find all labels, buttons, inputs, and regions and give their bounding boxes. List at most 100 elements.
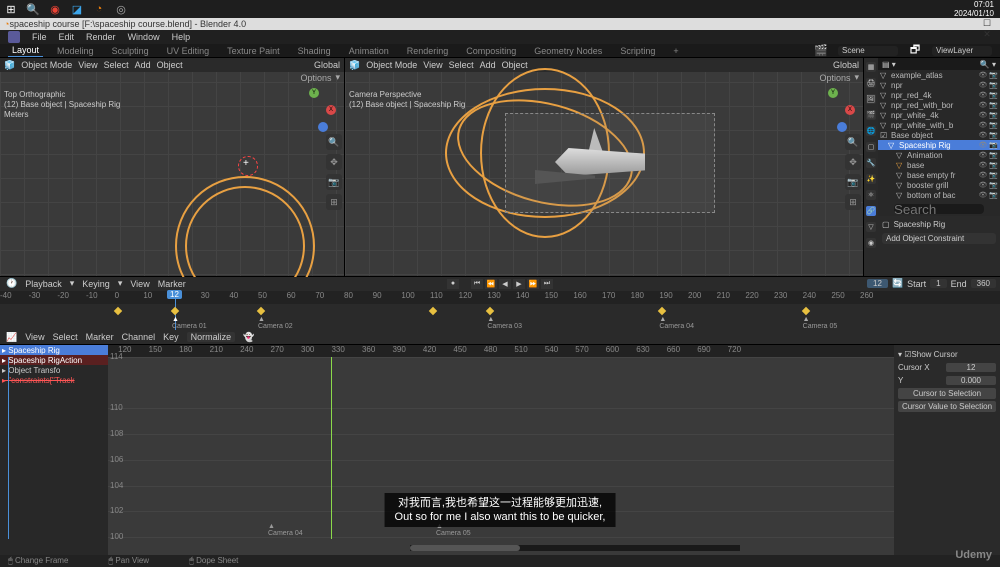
menu-view[interactable]: View: [423, 60, 442, 70]
jump-end-button[interactable]: ⏭: [541, 279, 553, 289]
graph-channel[interactable]: ▸ Spaceship Rig: [0, 345, 108, 355]
outliner-search[interactable]: [894, 204, 984, 214]
move-icon[interactable]: ✥: [845, 154, 861, 170]
chrome-icon[interactable]: ◉: [48, 2, 62, 16]
prop-particle-icon[interactable]: ✨: [866, 174, 876, 184]
nav-gizmo[interactable]: X Y: [292, 88, 336, 132]
view-menu[interactable]: View: [130, 279, 149, 289]
prop-physics-icon[interactable]: ⚛: [866, 190, 876, 200]
outliner-row[interactable]: ▽npr_red_with_bor👁 📷: [878, 100, 1000, 110]
outliner-row[interactable]: ☑📁Base object👁 📷: [878, 130, 1000, 140]
outliner-filter-bar[interactable]: ▤ ▾ 🔍 ▾: [878, 58, 1000, 70]
graph-channel[interactable]: ▸ Spaceship RigAction: [0, 355, 108, 365]
menu-object[interactable]: Object: [157, 60, 183, 70]
zoom-icon[interactable]: 🔍: [845, 134, 861, 150]
normalize-button[interactable]: Normalize: [187, 332, 236, 342]
axis-x-icon[interactable]: X: [326, 105, 336, 115]
keyframe[interactable]: [486, 307, 494, 315]
prop-world-icon[interactable]: 🌐: [866, 126, 876, 136]
editor-clock-icon[interactable]: 🕐: [6, 278, 17, 289]
viewlayer-field[interactable]: [932, 46, 992, 56]
orient-dropdown[interactable]: Global: [833, 60, 859, 70]
tab-sculpting[interactable]: Sculpting: [108, 45, 153, 57]
play-button[interactable]: ▶: [513, 279, 525, 289]
keyframe[interactable]: [658, 307, 666, 315]
cursor-to-selection-button[interactable]: Cursor to Selection: [898, 388, 996, 399]
tab-animation[interactable]: Animation: [345, 45, 393, 57]
perspective-icon[interactable]: ⊞: [326, 194, 342, 210]
vp-left-options[interactable]: Options ▾: [300, 72, 340, 83]
prop-object-icon[interactable]: ▢: [866, 142, 876, 152]
start-icon[interactable]: ⊞: [4, 2, 18, 16]
keying-menu[interactable]: Keying: [82, 279, 110, 289]
prop-scene-icon[interactable]: 🎬: [866, 110, 876, 120]
camera-icon[interactable]: 📷: [326, 174, 342, 190]
graph-playhead[interactable]: [8, 357, 9, 539]
g-menu-view[interactable]: View: [25, 332, 44, 342]
outliner-row[interactable]: ▽bottom of bac👁 📷: [878, 190, 1000, 200]
tab-rendering[interactable]: Rendering: [403, 45, 453, 57]
graph-channel[interactable]: ▸ "constraints["Track: [0, 375, 108, 385]
blender-icon[interactable]: ◔: [92, 2, 106, 16]
keyframe[interactable]: [113, 307, 121, 315]
prop-modifier-icon[interactable]: 🔧: [866, 158, 876, 168]
blender-icon[interactable]: [8, 31, 20, 43]
outliner-row[interactable]: ▽npr_white_with_b👁 📷: [878, 120, 1000, 130]
g-menu-marker[interactable]: Marker: [86, 332, 114, 342]
scene-icon[interactable]: 🎬: [814, 44, 828, 58]
tab-geonodes[interactable]: Geometry Nodes: [530, 45, 606, 57]
tab-layout[interactable]: Layout: [8, 44, 43, 57]
tab-compositing[interactable]: Compositing: [462, 45, 520, 57]
tab-texture[interactable]: Texture Paint: [223, 45, 284, 57]
menu-render[interactable]: Render: [86, 32, 116, 42]
camera-icon[interactable]: 📷: [845, 174, 861, 190]
viewport-right[interactable]: 🧊 Object Mode View Select Add Object Glo…: [345, 58, 864, 276]
menu-file[interactable]: File: [32, 32, 47, 42]
menu-window[interactable]: Window: [128, 32, 160, 42]
show-cursor-header[interactable]: ▾ ☑ Show Cursor: [898, 349, 996, 360]
timeline-marker[interactable]: Camera 01: [172, 316, 207, 330]
editor-graph-icon[interactable]: 📈: [6, 332, 17, 343]
nav-gizmo[interactable]: X Y: [811, 88, 855, 132]
cursor-x-field[interactable]: 12: [946, 363, 996, 372]
zoom-icon[interactable]: 🔍: [326, 134, 342, 150]
tab-shading[interactable]: Shading: [294, 45, 335, 57]
graph-cursor[interactable]: [331, 357, 332, 539]
viewport-left[interactable]: 🧊 Object Mode View Select Add Object Glo…: [0, 58, 345, 276]
timeline-marker[interactable]: Camera 04: [659, 316, 694, 330]
play-reverse-button[interactable]: ◀: [499, 279, 511, 289]
tab-uv[interactable]: UV Editing: [163, 45, 214, 57]
menu-add[interactable]: Add: [135, 60, 151, 70]
menu-help[interactable]: Help: [172, 32, 191, 42]
prop-render-icon[interactable]: ▦: [866, 62, 876, 72]
ghost-icon[interactable]: 👻: [243, 332, 254, 343]
prop-material-icon[interactable]: ◉: [866, 238, 876, 248]
editor-type-icon[interactable]: 🧊: [349, 60, 360, 71]
axis-y-icon[interactable]: Y: [828, 88, 838, 98]
outliner-row[interactable]: ▽npr_red_4k👁 📷: [878, 90, 1000, 100]
prop-data-icon[interactable]: ▽: [866, 222, 876, 232]
next-key-button[interactable]: ⏩: [527, 279, 539, 289]
prop-view-icon[interactable]: 🖼: [866, 94, 876, 104]
vp-right-options[interactable]: Options ▾: [819, 72, 859, 83]
move-icon[interactable]: ✥: [326, 154, 342, 170]
axis-x-icon[interactable]: X: [845, 105, 855, 115]
menu-edit[interactable]: Edit: [59, 32, 75, 42]
tab-scripting[interactable]: Scripting: [616, 45, 659, 57]
current-frame[interactable]: 12: [867, 279, 888, 288]
menu-view[interactable]: View: [78, 60, 97, 70]
timeline-ruler[interactable]: -40-30-20-100102030405060708090100110120…: [0, 291, 1000, 305]
graph-marker[interactable]: Camera 04: [268, 523, 303, 537]
outliner-row[interactable]: ▽base empty fr👁 📷: [878, 170, 1000, 180]
vscode-icon[interactable]: ◪: [70, 2, 84, 16]
timeline-marker[interactable]: Camera 03: [487, 316, 522, 330]
autokey-icon[interactable]: ●: [447, 279, 459, 289]
timeline-marker[interactable]: Camera 05: [803, 316, 838, 330]
outliner-row[interactable]: ▽npr👁 📷: [878, 80, 1000, 90]
cursor-y-field[interactable]: 0.000: [946, 376, 996, 385]
window-close-button[interactable]: — ☐ ✕: [978, 8, 996, 40]
graph-channel[interactable]: ▸ Object Transfo: [0, 365, 108, 375]
editor-type-icon[interactable]: 🧊: [4, 60, 15, 71]
jump-start-button[interactable]: ⏮: [471, 279, 483, 289]
playback-menu[interactable]: Playback: [25, 279, 62, 289]
